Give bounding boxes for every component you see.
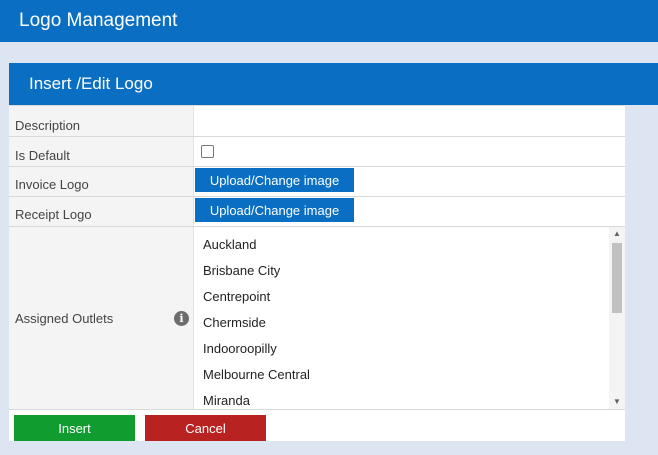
cancel-button[interactable]: Cancel <box>145 415 266 441</box>
list-item[interactable]: Auckland <box>195 232 610 258</box>
scroll-up-icon[interactable]: ▲ <box>609 227 625 241</box>
info-icon[interactable]: i <box>174 311 189 326</box>
description-input[interactable] <box>195 106 625 136</box>
list-item[interactable]: Melbourne Central <box>195 362 610 388</box>
is-default-row: Is Default <box>9 136 625 166</box>
page-title: Logo Management <box>0 0 658 42</box>
panel-gutter <box>625 105 658 441</box>
receipt-logo-label: Receipt Logo <box>9 197 194 226</box>
invoice-logo-label: Invoice Logo <box>9 167 194 196</box>
list-item[interactable]: Miranda <box>195 388 610 409</box>
invoice-logo-row: Invoice Logo Upload/Change image <box>9 166 625 196</box>
list-item[interactable]: Indooroopilly <box>195 336 610 362</box>
form-actions: Insert Cancel <box>9 409 625 441</box>
receipt-logo-upload-button[interactable]: Upload/Change image <box>195 198 354 222</box>
assigned-outlets-label-text: Assigned Outlets <box>15 311 114 326</box>
assigned-outlets-row: Assigned Outlets i Auckland Brisbane Cit… <box>9 226 625 409</box>
panel-title: Insert /Edit Logo <box>9 63 658 105</box>
outlets-scrollbar[interactable]: ▲ ▼ <box>609 227 625 409</box>
description-row: Description <box>9 105 625 136</box>
logo-panel: Insert /Edit Logo Description Is Default… <box>9 63 658 441</box>
assigned-outlets-label: Assigned Outlets i <box>9 227 194 409</box>
scroll-down-icon[interactable]: ▼ <box>609 395 625 409</box>
receipt-logo-row: Receipt Logo Upload/Change image <box>9 196 625 226</box>
list-item[interactable]: Chermside <box>195 310 610 336</box>
is-default-label: Is Default <box>9 137 194 166</box>
invoice-logo-upload-button[interactable]: Upload/Change image <box>195 168 354 192</box>
description-label: Description <box>9 106 194 136</box>
outlets-listbox[interactable]: Auckland Brisbane City Centrepoint Cherm… <box>195 227 625 409</box>
outlets-list: Auckland Brisbane City Centrepoint Cherm… <box>195 232 610 409</box>
list-item[interactable]: Centrepoint <box>195 284 610 310</box>
scroll-thumb[interactable] <box>612 243 622 313</box>
list-item[interactable]: Brisbane City <box>195 258 610 284</box>
insert-button[interactable]: Insert <box>14 415 135 441</box>
is-default-checkbox[interactable] <box>201 145 214 158</box>
